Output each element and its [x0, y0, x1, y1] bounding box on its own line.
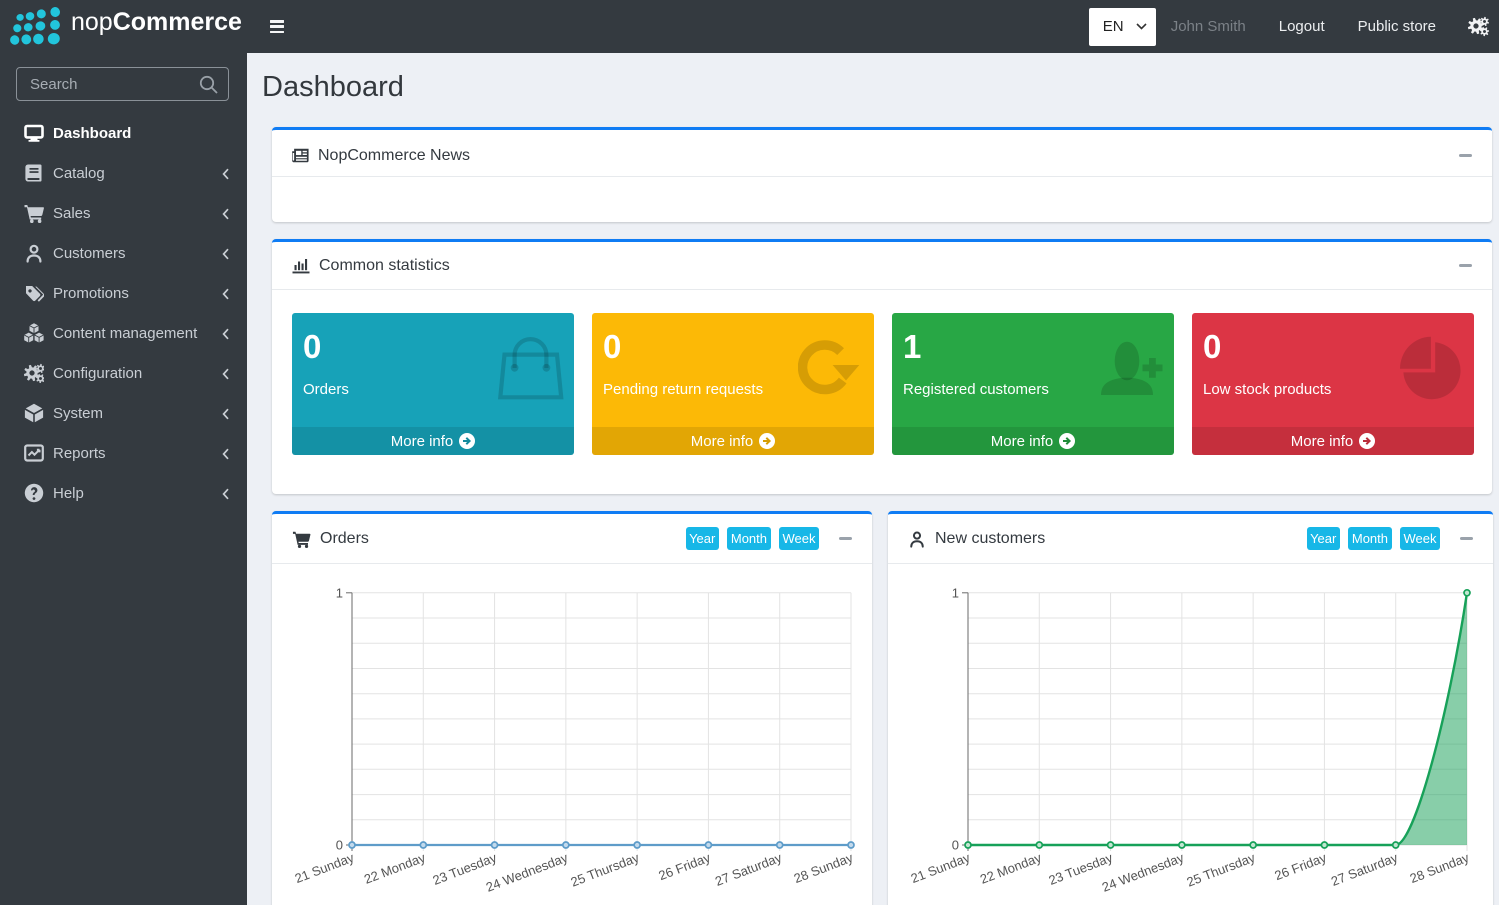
svg-text:26 Friday: 26 Friday — [1272, 850, 1328, 884]
svg-text:25 Thursday: 25 Thursday — [569, 850, 642, 890]
svg-text:0: 0 — [336, 838, 343, 853]
svg-text:21 Sunday: 21 Sunday — [293, 850, 357, 886]
svg-text:28 Sunday: 28 Sunday — [792, 850, 856, 886]
svg-text:24 Wednesday: 24 Wednesday — [484, 850, 571, 895]
svg-text:26 Friday: 26 Friday — [656, 850, 712, 884]
svg-text:22 Monday: 22 Monday — [362, 850, 428, 887]
svg-text:1: 1 — [336, 585, 343, 600]
svg-text:24 Wednesday: 24 Wednesday — [1100, 850, 1187, 895]
svg-text:0: 0 — [952, 838, 959, 853]
svg-text:1: 1 — [952, 585, 959, 600]
svg-text:21 Sunday: 21 Sunday — [909, 850, 973, 886]
svg-text:25 Thursday: 25 Thursday — [1185, 850, 1258, 890]
svg-text:28 Sunday: 28 Sunday — [1408, 850, 1472, 886]
svg-text:27 Saturday: 27 Saturday — [1329, 850, 1400, 889]
svg-text:22 Monday: 22 Monday — [978, 850, 1044, 887]
svg-text:27 Saturday: 27 Saturday — [713, 850, 784, 889]
